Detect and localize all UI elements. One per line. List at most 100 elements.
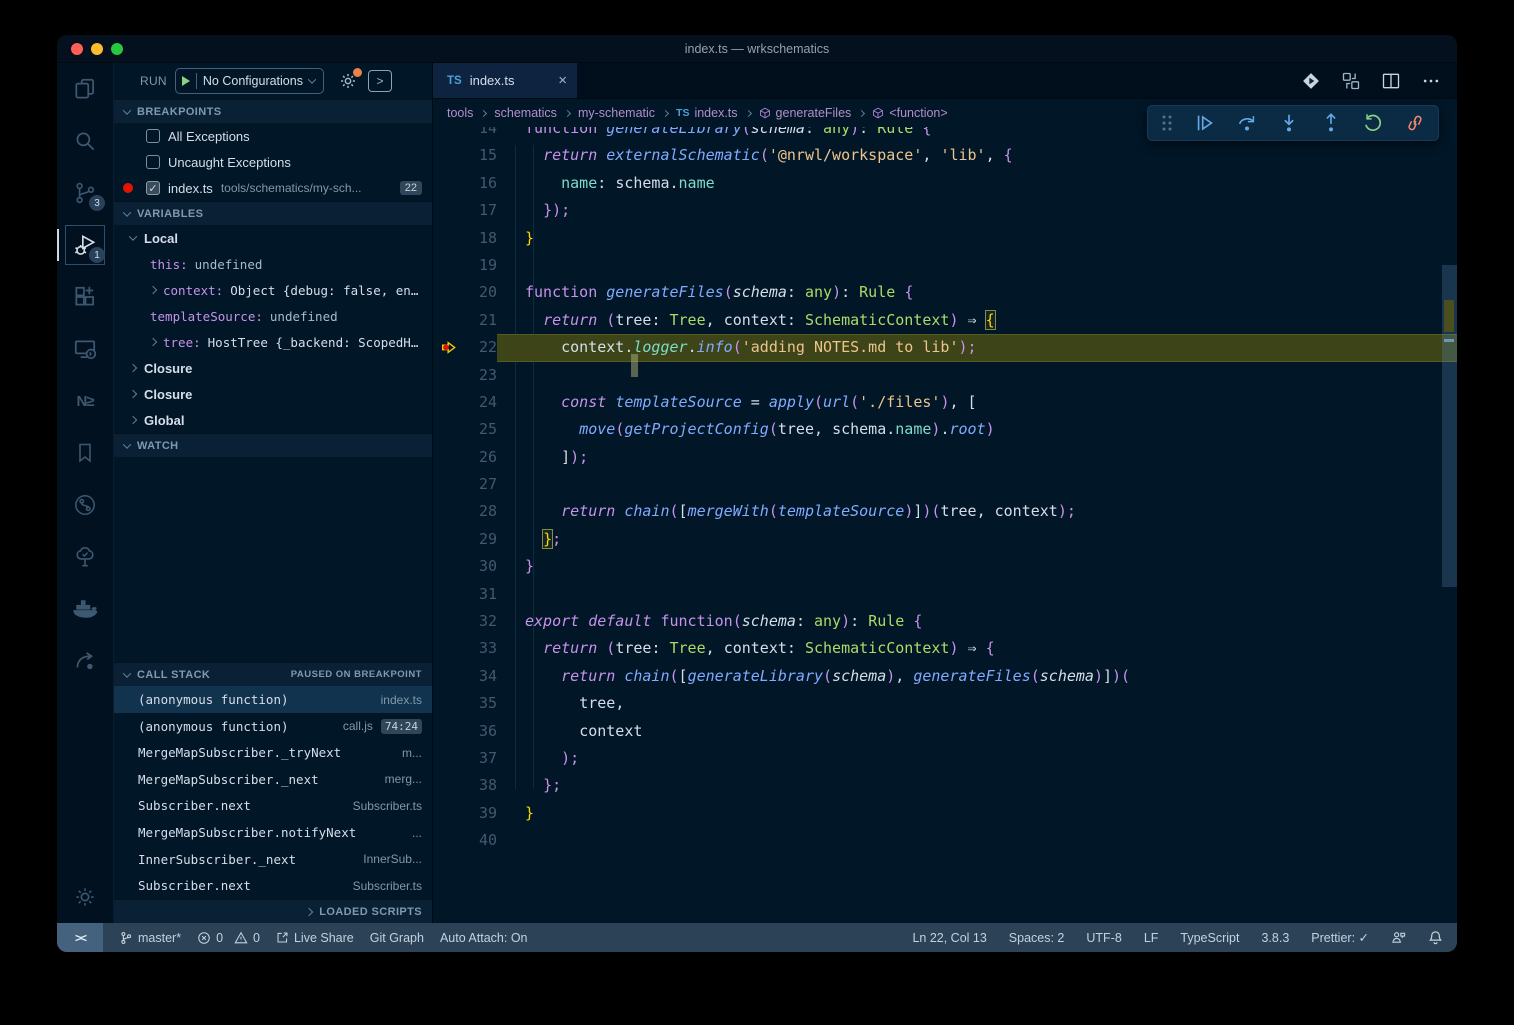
breakpoint-gutter[interactable] <box>433 127 463 142</box>
code-line[interactable]: 18} <box>433 225 1457 252</box>
breakpoint-gutter[interactable] <box>433 745 463 772</box>
code-text[interactable]: context.logger.info('adding NOTES.md to … <box>497 334 1457 361</box>
code-text[interactable]: tree, <box>497 690 1457 717</box>
code-line[interactable]: 24 const templateSource = apply(url('./f… <box>433 389 1457 416</box>
disconnect-icon[interactable] <box>1404 112 1426 134</box>
code-text[interactable]: function generateFiles(schema: any): Rul… <box>497 279 1457 306</box>
code-line[interactable]: 16 name: schema.name <box>433 170 1457 197</box>
breakpoint-gutter[interactable] <box>433 663 463 690</box>
feedback-icon[interactable] <box>1391 930 1406 945</box>
code-text[interactable]: name: schema.name <box>497 170 1457 197</box>
remote-explorer-icon[interactable] <box>57 323 113 375</box>
code-line[interactable]: 40 <box>433 827 1457 854</box>
code-text[interactable]: }); <box>497 197 1457 224</box>
code-line[interactable]: 15 return externalSchematic('@nrwl/works… <box>433 142 1457 169</box>
code-line[interactable]: 21 return (tree: Tree, context: Schemati… <box>433 307 1457 334</box>
code-line[interactable]: 36 context <box>433 718 1457 745</box>
breakpoint-gutter[interactable] <box>433 362 463 389</box>
code-text[interactable]: return chain([mergeWith(templateSource)]… <box>497 498 1457 525</box>
code-line[interactable]: 31 <box>433 581 1457 608</box>
code-line[interactable]: 19 <box>433 252 1457 279</box>
code-text[interactable] <box>497 471 1457 498</box>
breakpoint-gutter[interactable] <box>433 197 463 224</box>
step-into-icon[interactable] <box>1278 112 1300 134</box>
call-stack-frame[interactable]: Subscriber.nextSubscriber.ts <box>114 872 432 899</box>
close-tab-icon[interactable]: × <box>558 72 567 89</box>
tab-index-ts[interactable]: TS index.ts × <box>433 63 577 98</box>
call-stack-frame[interactable]: Subscriber.nextSubscriber.ts <box>114 793 432 820</box>
breadcrumb-item[interactable]: tools <box>447 106 473 120</box>
problems-status[interactable]: 0 0 <box>197 931 260 945</box>
open-changes-icon[interactable] <box>1301 71 1321 91</box>
breakpoint-gutter[interactable] <box>433 772 463 799</box>
breakpoint-gutter[interactable] <box>433 581 463 608</box>
code-line[interactable]: 25 move(getProjectConfig(tree, schema.na… <box>433 416 1457 443</box>
call-stack-frame[interactable]: InnerSubscriber._nextInnerSub... <box>114 846 432 873</box>
loaded-scripts-section-header[interactable]: LOADED SCRIPTS <box>114 899 432 923</box>
code-line[interactable]: 34 return chain([generateLibrary(schema)… <box>433 663 1457 690</box>
code-line[interactable]: 35 tree, <box>433 690 1457 717</box>
docker-icon[interactable] <box>57 583 113 635</box>
drag-handle-icon[interactable] <box>1160 114 1174 132</box>
open-debug-console-button[interactable]: > <box>368 70 392 92</box>
run-and-debug-icon[interactable]: 1 <box>57 219 113 271</box>
zoom-window-button[interactable] <box>111 43 123 55</box>
debug-configuration-dropdown[interactable]: No Configurations <box>175 68 324 94</box>
extensions-icon[interactable] <box>57 271 113 323</box>
breadcrumb-item[interactable]: TSindex.ts <box>676 106 738 120</box>
breakpoint-gutter[interactable] <box>433 307 463 334</box>
breakpoint-gutter[interactable] <box>433 389 463 416</box>
bookmarks-icon[interactable] <box>57 427 113 479</box>
status-item[interactable]: Spaces: 2 <box>1009 930 1065 945</box>
code-line[interactable]: 23 <box>433 362 1457 389</box>
variables-scope-row[interactable]: Local <box>114 225 432 251</box>
breakpoint-row[interactable]: All Exceptions <box>114 123 432 149</box>
breakpoint-gutter[interactable] <box>433 416 463 443</box>
code-viewport[interactable]: 14function generateLibrary(schema: any):… <box>433 127 1457 923</box>
breakpoint-gutter[interactable] <box>433 718 463 745</box>
code-text[interactable]: const templateSource = apply(url('./file… <box>497 389 1457 416</box>
code-line[interactable]: 28 return chain([mergeWith(templateSourc… <box>433 498 1457 525</box>
code-text[interactable]: return externalSchematic('@nrwl/workspac… <box>497 142 1457 169</box>
status-item[interactable]: 3.8.3 <box>1261 930 1289 945</box>
code-text[interactable]: move(getProjectConfig(tree, schema.name)… <box>497 416 1457 443</box>
code-line[interactable]: 33 return (tree: Tree, context: Schemati… <box>433 635 1457 662</box>
call-stack-frame[interactable]: MergeMapSubscriber.notifyNext... <box>114 819 432 846</box>
git-graph-status[interactable]: Git Graph <box>370 931 424 945</box>
code-text[interactable] <box>497 252 1457 279</box>
auto-attach-status[interactable]: Auto Attach: On <box>440 931 528 945</box>
git-branch-status[interactable]: master* <box>119 931 181 945</box>
code-line[interactable]: 39} <box>433 800 1457 827</box>
variables-scope-row[interactable]: Closure <box>114 381 432 407</box>
call-stack-frame[interactable]: MergeMapSubscriber._nextmerg... <box>114 766 432 793</box>
breadcrumb-item[interactable]: my-schematic <box>578 106 655 120</box>
watch-section-header[interactable]: WATCH <box>114 433 432 457</box>
code-text[interactable]: export default function(schema: any): Ru… <box>497 608 1457 635</box>
bell-icon[interactable] <box>1428 930 1443 945</box>
variables-scope-row[interactable]: Global <box>114 407 432 433</box>
source-control-icon[interactable]: 3 <box>57 167 113 219</box>
code-text[interactable]: return (tree: Tree, context: SchematicCo… <box>497 635 1457 662</box>
compare-changes-icon[interactable] <box>1341 71 1361 91</box>
code-line[interactable]: 29 }; <box>433 526 1457 553</box>
status-item[interactable]: Prettier: ✓ <box>1311 930 1369 945</box>
status-item[interactable]: LF <box>1144 930 1159 945</box>
editor-scrollbar[interactable] <box>1442 127 1457 923</box>
explorer-icon[interactable] <box>57 63 113 115</box>
test-explorer-icon[interactable] <box>57 531 113 583</box>
step-over-icon[interactable] <box>1236 112 1258 134</box>
breakpoint-gutter[interactable] <box>433 225 463 252</box>
breakpoint-gutter[interactable] <box>433 334 463 361</box>
status-item[interactable]: TypeScript <box>1180 930 1239 945</box>
live-share-status[interactable]: Live Share <box>276 931 354 945</box>
status-item[interactable]: UTF-8 <box>1086 930 1121 945</box>
code-line[interactable]: 27 <box>433 471 1457 498</box>
breakpoint-gutter[interactable] <box>433 279 463 306</box>
breakpoint-checkbox[interactable]: ✓ <box>146 181 160 195</box>
breadcrumb-item[interactable]: <function> <box>872 106 947 120</box>
restart-icon[interactable] <box>1362 112 1384 134</box>
breakpoint-gutter[interactable] <box>433 553 463 580</box>
minimize-window-button[interactable] <box>91 43 103 55</box>
code-line[interactable]: 20function generateFiles(schema: any): R… <box>433 279 1457 306</box>
breakpoint-gutter[interactable] <box>433 471 463 498</box>
